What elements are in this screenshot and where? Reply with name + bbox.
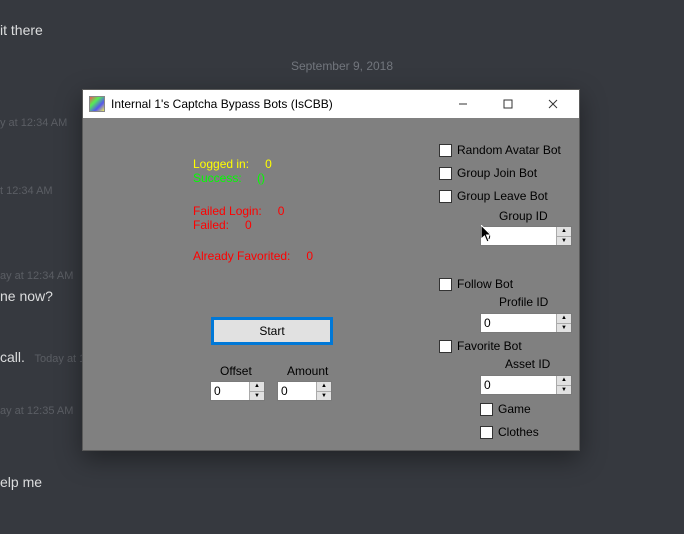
checkbox-icon: [439, 278, 452, 291]
checkbox-label: Follow Bot: [457, 277, 513, 291]
follow-checkbox[interactable]: Follow Bot: [439, 277, 513, 291]
amount-field[interactable]: [278, 382, 316, 400]
logged-in-value: 0: [258, 157, 278, 171]
spinner[interactable]: ▲▼: [249, 382, 264, 400]
checkbox-label: Group Leave Bot: [457, 189, 548, 203]
group-id-input[interactable]: ▲▼: [480, 226, 572, 246]
spinner[interactable]: ▲▼: [556, 314, 571, 332]
failed-label: Failed:: [193, 218, 229, 232]
timestamp: ay at 12:35 AM: [0, 405, 73, 417]
profile-id-input[interactable]: ▲▼: [480, 313, 572, 333]
failed-login-label: Failed Login:: [193, 204, 262, 218]
success-label: Success:: [193, 171, 242, 185]
favorite-checkbox[interactable]: Favorite Bot: [439, 339, 522, 353]
failed-login-value: 0: [271, 204, 291, 218]
offset-label: Offset: [220, 364, 252, 378]
group-leave-checkbox[interactable]: Group Leave Bot: [439, 189, 548, 203]
checkbox-icon: [439, 144, 452, 157]
game-checkbox[interactable]: Game: [480, 402, 531, 416]
already-favorited-value: 0: [300, 249, 320, 263]
checkbox-icon: [439, 167, 452, 180]
checkbox-icon: [480, 403, 493, 416]
close-button[interactable]: [530, 91, 575, 117]
group-id-label: Group ID: [499, 209, 548, 223]
checkbox-icon: [439, 190, 452, 203]
group-id-field[interactable]: [481, 227, 556, 245]
minimize-button[interactable]: [440, 91, 485, 117]
asset-id-field[interactable]: [481, 376, 556, 394]
clothes-checkbox[interactable]: Clothes: [480, 425, 539, 439]
start-button[interactable]: Start: [211, 317, 333, 345]
profile-id-label: Profile ID: [499, 295, 548, 309]
checkbox-icon: [480, 426, 493, 439]
checkbox-label: Favorite Bot: [457, 339, 522, 353]
random-avatar-checkbox[interactable]: Random Avatar Bot: [439, 143, 561, 157]
amount-input[interactable]: ▲▼: [277, 381, 332, 401]
timestamp: Today at 1: [35, 353, 86, 365]
logged-in-label: Logged in:: [193, 157, 249, 171]
amount-label: Amount: [287, 364, 328, 378]
chat-message: elp me: [0, 474, 42, 490]
window-title: Internal 1's Captcha Bypass Bots (IsCBB): [111, 97, 440, 111]
maximize-button[interactable]: [485, 91, 530, 117]
checkbox-label: Random Avatar Bot: [457, 143, 561, 157]
spinner[interactable]: ▲▼: [316, 382, 331, 400]
success-value: (): [251, 171, 271, 185]
spinner[interactable]: ▲▼: [556, 227, 571, 245]
timestamp: t 12:34 AM: [0, 185, 53, 197]
timestamp: y at 12:34 AM: [0, 117, 67, 129]
title-bar[interactable]: Internal 1's Captcha Bypass Bots (IsCBB): [83, 90, 579, 118]
already-favorited-label: Already Favorited:: [193, 249, 290, 263]
timestamp: ay at 12:34 AM: [0, 270, 73, 282]
checkbox-label: Clothes: [498, 425, 539, 439]
app-icon: [89, 96, 105, 112]
asset-id-input[interactable]: ▲▼: [480, 375, 572, 395]
group-join-checkbox[interactable]: Group Join Bot: [439, 166, 537, 180]
offset-field[interactable]: [211, 382, 249, 400]
checkbox-icon: [439, 340, 452, 353]
checkbox-label: Game: [498, 402, 531, 416]
profile-id-field[interactable]: [481, 314, 556, 332]
app-window: Internal 1's Captcha Bypass Bots (IsCBB)…: [82, 89, 580, 451]
offset-input[interactable]: ▲▼: [210, 381, 265, 401]
failed-value: 0: [238, 218, 258, 232]
chat-message: ne now?: [0, 288, 53, 304]
client-area: Logged in: 0 Success: () Failed Login: 0…: [83, 118, 579, 450]
asset-id-label: Asset ID: [505, 357, 550, 371]
date-divider: September 9, 2018: [0, 59, 684, 73]
chat-message: it there: [0, 22, 43, 38]
spinner[interactable]: ▲▼: [556, 376, 571, 394]
chat-message: call.: [0, 349, 25, 365]
checkbox-label: Group Join Bot: [457, 166, 537, 180]
